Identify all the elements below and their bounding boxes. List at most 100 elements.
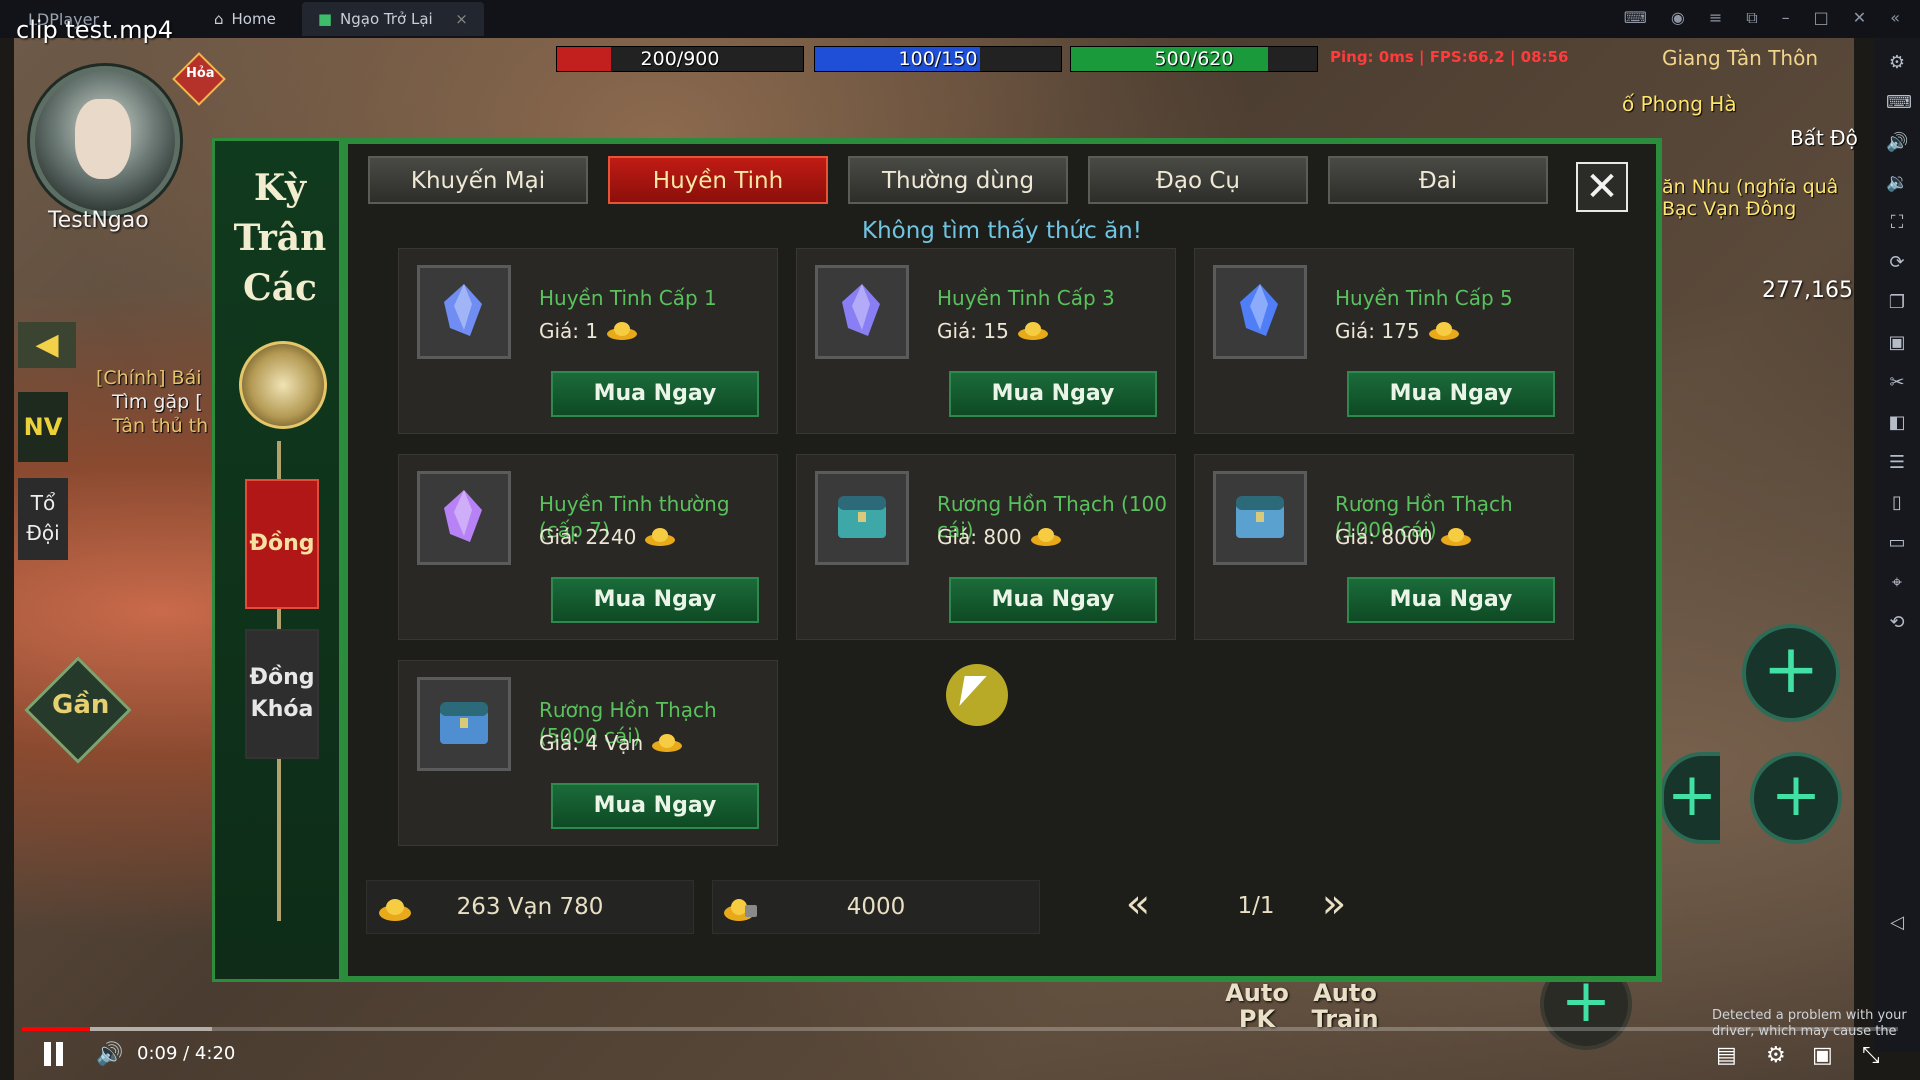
tab-khuyen-mai[interactable]: Khuyến Mại <box>368 156 588 204</box>
minimize-icon[interactable]: – <box>1782 8 1790 28</box>
rotate-icon[interactable]: ⟲ <box>1886 612 1908 634</box>
gold-ingot-icon <box>1441 528 1472 546</box>
close-button[interactable]: ✕ <box>1576 162 1628 212</box>
tab-game[interactable]: ■ Ngạo Trở Lại × <box>301 2 484 36</box>
shop-footer: 263 Vạn 780 4000 « 1/1 » <box>366 880 1646 946</box>
gold-ingot-icon <box>1428 322 1459 340</box>
dong-balance-value: 263 Vạn 780 <box>456 894 604 920</box>
quest-tracker[interactable]: [Chính] Bái Tìm gặp [ Tân thủ th <box>96 366 208 438</box>
video-settings-icon[interactable]: ⚙ <box>1766 1043 1786 1068</box>
page-prev-button[interactable]: « <box>1114 880 1162 932</box>
subtitles-icon[interactable]: ▤ <box>1716 1043 1737 1068</box>
shop-item-card[interactable]: Huyền Tinh Cấp 1 Giá: 1 Mua Ngay <box>398 248 778 434</box>
video-progress-fill <box>22 1027 90 1031</box>
shop-item-card[interactable]: Rương Hồn Thạch (100 cái) Giá: 800 Mua Nga… <box>796 454 1176 640</box>
item-price: Giá: 175 <box>1335 319 1460 343</box>
skill-slot-plus-icon[interactable]: + <box>1742 624 1840 722</box>
quest-line: [Chính] Bái <box>96 367 202 389</box>
restore-icon[interactable]: ⧉ <box>1746 8 1757 28</box>
exit-fullscreen-icon[interactable]: ⤡ <box>1862 1043 1880 1068</box>
tab-thuong-dung[interactable]: Thường dùng <box>848 156 1068 204</box>
auto-train-button[interactable]: Auto Train <box>1302 980 1388 1050</box>
item-price: Giá: 2240 <box>539 525 676 549</box>
menu-icon[interactable]: ≡ <box>1709 8 1722 28</box>
shop-side-panel: Kỳ Trân Các Đồng Đồng Khóa <box>212 138 342 982</box>
driver-warning: Detected a problem with your driver, whi… <box>1712 1008 1907 1039</box>
volume-up-icon[interactable]: 🔊 <box>1886 132 1908 154</box>
currency-tab-dong-khoa[interactable]: Đồng Khóa <box>245 629 319 759</box>
item-icon-frame[interactable] <box>417 677 511 771</box>
tab-dai[interactable]: Đai <box>1328 156 1548 204</box>
price-label: Giá: <box>539 525 580 549</box>
screenshot-icon[interactable]: ⛶ <box>1886 212 1908 234</box>
account-icon[interactable]: ◉ <box>1671 8 1685 28</box>
quest-line: Tìm gặp [ <box>112 391 203 413</box>
crystal-shards-icon <box>1228 278 1292 346</box>
buy-now-button[interactable]: Mua Ngay <box>949 577 1157 623</box>
item-icon-frame[interactable] <box>815 265 909 359</box>
currency-tab-dong[interactable]: Đồng <box>245 479 319 609</box>
shop-item-card[interactable]: Rương Hồn Thạch (1000 cái) Giá: 8000 Mua N… <box>1194 454 1574 640</box>
price-label: Giá: <box>1335 525 1376 549</box>
buy-now-button[interactable]: Mua Ngay <box>551 783 759 829</box>
location-icon[interactable]: ⌖ <box>1886 572 1908 594</box>
pause-icon <box>44 1042 51 1066</box>
item-icon-frame[interactable] <box>815 471 909 565</box>
chest-icon <box>830 484 894 552</box>
video-progress-bar[interactable] <box>22 1027 1898 1031</box>
buy-now-button[interactable]: Mua Ngay <box>1347 577 1555 623</box>
gamepad-icon[interactable]: ⌨ <box>1624 8 1647 28</box>
item-icon-frame[interactable] <box>1213 265 1307 359</box>
crystal-icon <box>432 278 496 346</box>
tab-home[interactable]: ⌂ Home <box>198 2 292 36</box>
map-label: Bất Độ <box>1790 126 1858 150</box>
record-icon[interactable]: ◧ <box>1886 412 1908 434</box>
back-icon[interactable]: ◁ <box>1886 912 1908 934</box>
apk-icon[interactable]: ▣ <box>1886 332 1908 354</box>
buy-now-button[interactable]: Mua Ngay <box>949 371 1157 417</box>
tab-dao-cu[interactable]: Đạo Cụ <box>1088 156 1308 204</box>
shake-icon[interactable]: ▯ <box>1886 492 1908 514</box>
collapse-icon[interactable]: « <box>1890 8 1900 28</box>
price-label: Giá: <box>539 319 580 343</box>
operation-icon[interactable]: ☰ <box>1886 452 1908 474</box>
shop-item-card[interactable]: Huyền Tinh Cấp 3 Giá: 15 Mua Ngay <box>796 248 1176 434</box>
shop-item-card[interactable]: Huyền Tinh thường (cấp 7) Giá: 2240 Mua Ng… <box>398 454 778 640</box>
price-value: 800 <box>983 525 1022 549</box>
settings-icon[interactable]: ⚙ <box>1886 52 1908 74</box>
item-icon-frame[interactable] <box>417 265 511 359</box>
tab-huyen-tinh[interactable]: Huyền Tinh <box>608 156 828 204</box>
shop-item-card[interactable]: Huyền Tinh Cấp 5 Giá: 175 Mua Ngay <box>1194 248 1574 434</box>
page-next-button[interactable]: » <box>1310 880 1358 932</box>
avatar[interactable] <box>30 66 180 216</box>
price-value: 15 <box>983 319 1009 343</box>
item-icon-frame[interactable] <box>1213 471 1307 565</box>
price-value: 2240 <box>585 525 637 549</box>
team-tab-button[interactable]: Tổ Đội <box>18 478 68 560</box>
volume-down-icon[interactable]: 🔉 <box>1886 172 1908 194</box>
map-label: ố Phong Hà <box>1622 92 1737 116</box>
keyboard-icon[interactable]: ⌨ <box>1886 92 1912 114</box>
buy-now-button[interactable]: Mua Ngay <box>551 371 759 417</box>
folder-icon[interactable]: ▭ <box>1886 532 1908 554</box>
pause-button[interactable] <box>42 1042 66 1066</box>
maximize-icon[interactable]: □ <box>1814 8 1829 28</box>
item-icon-frame[interactable] <box>417 471 511 565</box>
scissors-icon[interactable]: ✂ <box>1886 372 1908 394</box>
player-name: TestNgao <box>48 208 149 233</box>
tab-close-icon[interactable]: × <box>455 10 468 28</box>
multi-window-icon[interactable]: ❐ <box>1886 292 1908 314</box>
auto-pk-button[interactable]: Auto PK <box>1214 980 1300 1050</box>
skill-slot-plus-icon[interactable]: + <box>1750 752 1842 844</box>
collapse-quest-icon[interactable]: ◀ <box>18 322 76 368</box>
shop-item-card[interactable]: Rương Hồn Thạch (5000 cái) Giá: 4 Vạn Mua … <box>398 660 778 846</box>
item-price: Giá: 8000 <box>1335 525 1472 549</box>
volume-icon[interactable]: 🔊 <box>96 1042 123 1067</box>
quest-tab-button[interactable]: NV <box>18 392 68 462</box>
buy-now-button[interactable]: Mua Ngay <box>551 577 759 623</box>
buy-now-button[interactable]: Mua Ngay <box>1347 371 1555 417</box>
window-close-icon[interactable]: ✕ <box>1853 8 1866 28</box>
miniplayer-icon[interactable]: ▣ <box>1812 1043 1833 1068</box>
sync-icon[interactable]: ⟳ <box>1886 252 1908 274</box>
pause-icon <box>56 1042 63 1066</box>
